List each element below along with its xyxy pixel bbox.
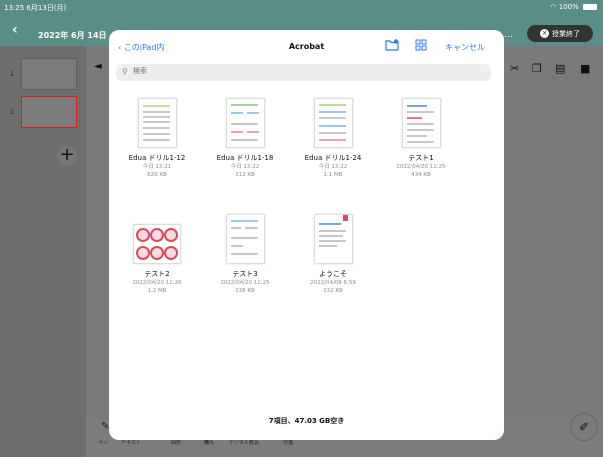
file-name: テスト3: [232, 270, 258, 278]
note-edit-icon[interactable]: ✐: [570, 413, 598, 441]
status-date: 6月13日(月): [26, 4, 67, 12]
file-picker-dialog: ‹ このiPad内 Acrobat キャンセル ⚲ Edua ドリル1-12 今…: [109, 30, 504, 440]
file-size: 232 KB: [323, 288, 343, 294]
status-time: 13:25: [4, 4, 25, 12]
back-chevron-icon[interactable]: ‹: [12, 22, 18, 38]
file-item[interactable]: Edua ドリル1-18 今日 13:22 312 KB: [203, 98, 287, 179]
search-icon: ⚲: [122, 67, 128, 76]
file-date: 今日 13:21: [142, 164, 172, 170]
search-input[interactable]: [133, 67, 433, 75]
file-date: 2022/04/20 11:25: [220, 280, 270, 286]
file-thumbnail: [225, 214, 265, 264]
wifi-icon: ◠: [550, 3, 557, 11]
new-folder-icon[interactable]: [385, 39, 399, 51]
file-item[interactable]: Edua ドリル1-24 今日 13:22 1.1 MB: [291, 98, 375, 179]
file-size: 1.2 MB: [147, 288, 167, 294]
file-thumbnail: [133, 224, 181, 264]
file-size: 620 KB: [147, 172, 167, 178]
tab-insert[interactable]: 挿入: [204, 439, 214, 446]
file-item[interactable]: テスト1 2022/04/20 11:25 434 KB: [379, 98, 463, 179]
file-name: ようこそ: [319, 270, 347, 278]
trash-icon[interactable]: ■: [580, 62, 590, 75]
scissors-icon[interactable]: ✂: [510, 62, 519, 75]
storage-footer: 7項目、47.03 GB空き: [268, 417, 345, 425]
page-list: 1 2: [0, 46, 86, 457]
file-name: Edua ドリル1-24: [304, 154, 362, 162]
page-thumbnail[interactable]: [21, 58, 77, 90]
search-bar[interactable]: ⚲: [116, 64, 491, 81]
file-item[interactable]: Edua ドリル1-12 今日 13:21 620 KB: [115, 98, 199, 179]
file-date: 2022/04/08 6:59: [310, 280, 356, 286]
file-date: 2022/04/20 11:26: [132, 280, 182, 286]
file-size: 238 KB: [235, 288, 255, 294]
file-date: 2022/04/20 11:25: [396, 164, 446, 170]
file-size: 434 KB: [411, 172, 431, 178]
file-thumbnail: [137, 98, 177, 148]
more-icon[interactable]: …: [504, 30, 513, 40]
file-thumbnail: [225, 98, 265, 148]
tab-shape[interactable]: 図形: [171, 439, 181, 446]
status-bar: 13:25 6月13日(月) ◠ 100%: [0, 0, 603, 14]
end-lesson-label: 授業終了: [552, 29, 580, 38]
page-thumbnail-selected[interactable]: [21, 96, 77, 128]
copy-icon[interactable]: ❐: [532, 62, 542, 75]
file-name: Edua ドリル1-12: [128, 154, 186, 162]
tab-digital-tools[interactable]: デジタル教具: [229, 439, 259, 446]
cancel-button[interactable]: キャンセル: [445, 42, 485, 53]
end-lesson-button[interactable]: × 授業終了: [527, 25, 593, 42]
close-icon: ×: [540, 29, 549, 38]
file-item[interactable]: ようこそ 2022/04/08 6:59 232 KB: [291, 214, 375, 295]
page-number: 2: [10, 109, 14, 116]
file-name: テスト2: [144, 270, 170, 278]
tab-sticky-notes[interactable]: 付箋: [283, 439, 293, 446]
file-item[interactable]: テスト2 2022/04/20 11:26 1.2 MB: [115, 214, 199, 295]
lesson-date: 2022年 6月 14日: [38, 31, 107, 40]
battery-percent: 100%: [558, 3, 579, 11]
tab-pen[interactable]: ペン: [98, 439, 108, 446]
tab-text[interactable]: テキスト: [121, 439, 141, 446]
file-thumbnail: [401, 98, 441, 148]
file-item[interactable]: テスト3 2022/04/20 11:25 238 KB: [203, 214, 287, 295]
file-size: 1.1 MB: [323, 172, 343, 178]
battery-icon: [583, 4, 597, 10]
file-name: Edua ドリル1-18: [216, 154, 274, 162]
add-page-icon[interactable]: +: [57, 146, 77, 166]
file-date: 今日 13:22: [318, 164, 348, 170]
file-size: 312 KB: [235, 172, 255, 178]
page-number: 1: [10, 71, 14, 78]
undo-icon[interactable]: ◄: [94, 61, 102, 72]
file-date: 今日 13:22: [230, 164, 260, 170]
file-name: テスト1: [408, 154, 434, 162]
grid-view-icon[interactable]: [415, 39, 427, 51]
file-thumbnail: [313, 98, 353, 148]
paste-icon[interactable]: ▤: [555, 62, 565, 75]
file-thumbnail: [313, 214, 353, 264]
